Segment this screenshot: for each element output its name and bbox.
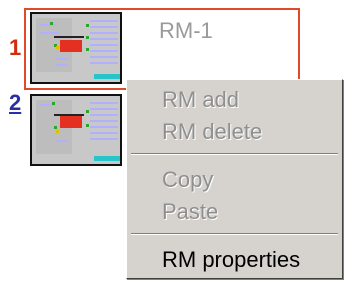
rm-thumbnail-1[interactable] xyxy=(30,12,122,84)
menu-item-rm-delete[interactable]: RM delete xyxy=(127,116,342,148)
menu-item-rm-properties[interactable]: RM properties xyxy=(127,244,342,276)
menu-item-paste[interactable]: Paste xyxy=(127,196,342,228)
menu-item-copy[interactable]: Copy xyxy=(127,164,342,196)
menu-item-rm-add[interactable]: RM add xyxy=(127,84,342,116)
slot-1-number: 1 xyxy=(9,35,22,60)
rm-slot-title: RM-1 xyxy=(159,18,213,43)
menu-separator xyxy=(131,153,338,155)
menu-separator xyxy=(131,233,338,235)
rm-thumbnail-2[interactable] xyxy=(30,94,122,166)
context-menu: RM add RM delete Copy Paste RM propertie… xyxy=(126,79,343,279)
slot-2-number[interactable]: 2 xyxy=(9,92,21,114)
